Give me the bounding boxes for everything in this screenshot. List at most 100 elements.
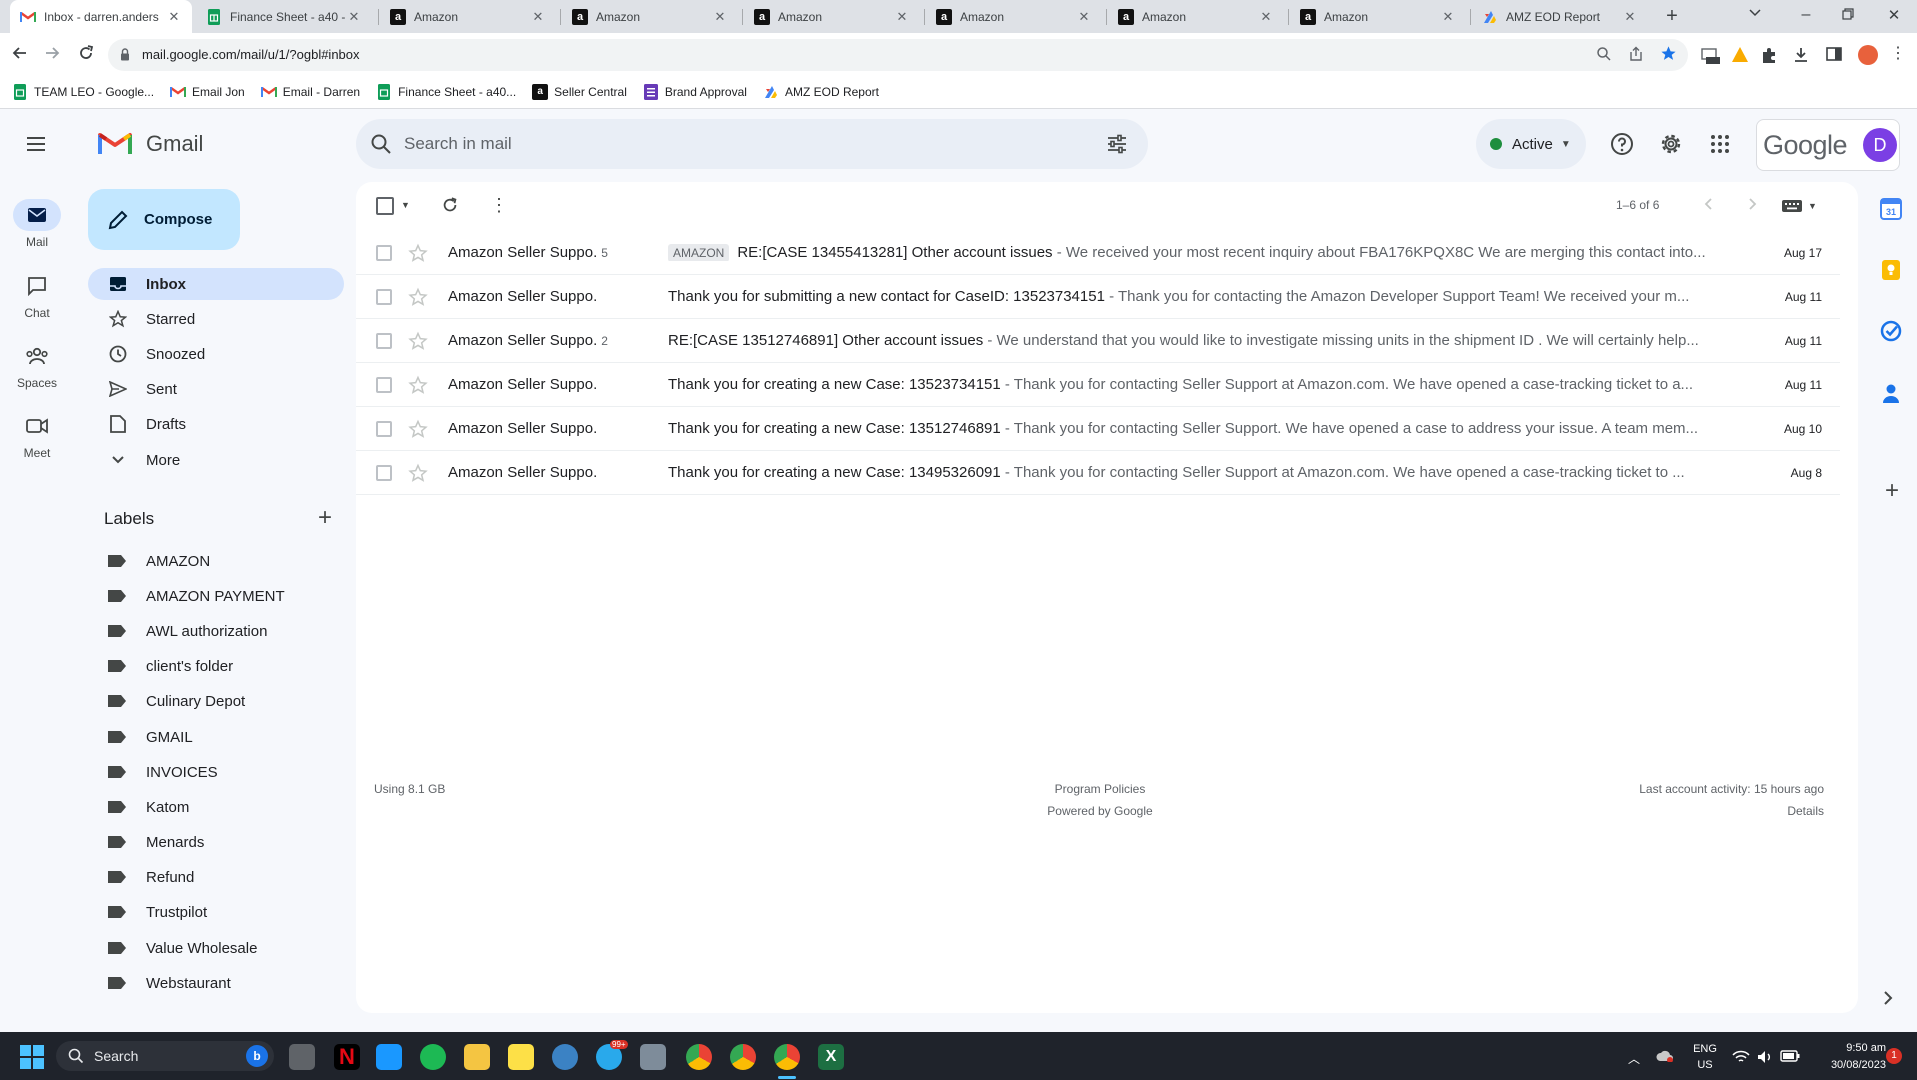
close-icon[interactable]: ✕ [166, 9, 182, 25]
address-bar[interactable]: mail.google.com/mail/u/1/?ogbl#inbox [108, 39, 1688, 71]
select-all-checkbox[interactable] [376, 197, 394, 215]
compose-button[interactable]: Compose [88, 189, 240, 250]
close-icon[interactable]: ✕ [1258, 9, 1274, 25]
email-row[interactable]: Amazon Seller Suppo. 2 RE:[CASE 135127468… [356, 319, 1840, 363]
label-item[interactable]: AWL authorization [88, 615, 344, 647]
row-checkbox[interactable] [376, 244, 392, 261]
chrome-icon[interactable] [686, 1044, 712, 1070]
bookmark-brand-approval[interactable]: Brand Approval [643, 83, 747, 100]
label-item[interactable]: Trustpilot [88, 896, 344, 928]
tab-amazon-4[interactable]: a Amazon ✕ [926, 0, 1102, 33]
bookmark-star-icon[interactable] [1660, 45, 1678, 63]
rail-chat[interactable]: Chat [0, 270, 74, 320]
nav-drafts[interactable]: Drafts [88, 408, 344, 440]
puzzle-icon[interactable] [1760, 46, 1778, 64]
account-switcher[interactable]: Google D [1756, 119, 1900, 171]
clock-time[interactable]: 9:50 am [1812, 1042, 1886, 1054]
prime-video-icon[interactable] [376, 1044, 402, 1070]
tab-amazon-1[interactable]: a Amazon ✕ [380, 0, 556, 33]
label-item[interactable]: AMAZON PAYMENT [88, 580, 344, 612]
tab-inbox[interactable]: Inbox - darren.anders ✕ [10, 0, 192, 33]
tab-amazon-3[interactable]: a Amazon ✕ [744, 0, 920, 33]
bing-icon[interactable]: b [246, 1045, 268, 1067]
file-explorer-icon[interactable] [464, 1044, 490, 1070]
new-tab-button[interactable]: + [1660, 6, 1684, 28]
close-icon[interactable]: ✕ [1622, 9, 1638, 25]
calendar-icon[interactable]: 31 [1880, 198, 1904, 222]
search-input[interactable]: Search in mail [404, 134, 512, 154]
side-panel-icon[interactable] [1826, 47, 1844, 63]
row-checkbox[interactable] [376, 376, 392, 393]
onedrive-icon[interactable] [1656, 1050, 1674, 1064]
tab-amazon-6[interactable]: a Amazon ✕ [1290, 0, 1466, 33]
windows-start-icon[interactable] [20, 1045, 44, 1069]
label-item[interactable]: client's folder [88, 650, 344, 682]
bookmark-seller-central[interactable]: a Seller Central [532, 83, 627, 100]
bookmark-amz-eod-report[interactable]: AMZ EOD Report [763, 84, 879, 100]
apps-grid-icon[interactable] [1709, 133, 1731, 155]
bookmark-email-darren[interactable]: Email - Darren [260, 84, 360, 100]
tab-amazon-2[interactable]: a Amazon ✕ [562, 0, 738, 33]
star-icon[interactable] [408, 419, 428, 439]
close-icon[interactable]: ✕ [712, 9, 728, 25]
help-icon[interactable] [1610, 132, 1634, 156]
wifi-icon[interactable] [1732, 1050, 1750, 1064]
tab-amazon-5[interactable]: a Amazon ✕ [1108, 0, 1284, 33]
next-page-icon[interactable] [1745, 197, 1761, 213]
close-icon[interactable]: ✕ [530, 9, 546, 25]
extension-off-icon[interactable] [1700, 45, 1720, 67]
label-chip[interactable]: AMAZON [668, 244, 730, 261]
star-icon[interactable] [408, 331, 428, 351]
email-row[interactable]: Amazon Seller Suppo. Thank you for submi… [356, 275, 1840, 319]
sticky-notes-icon[interactable] [508, 1044, 534, 1070]
label-item[interactable]: INVOICES [88, 756, 344, 788]
bookmark-team-leo[interactable]: TEAM LEO - Google... [12, 83, 154, 100]
close-icon[interactable]: ✕ [894, 9, 910, 25]
nav-sent[interactable]: Sent [88, 373, 344, 405]
clock-date[interactable]: 30/08/2023 [1802, 1059, 1886, 1071]
tray-chevron-icon[interactable]: ︿ [1628, 1050, 1640, 1067]
star-icon[interactable] [408, 375, 428, 395]
row-checkbox[interactable] [376, 288, 392, 305]
label-item[interactable]: Value Wholesale [88, 932, 344, 964]
netflix-icon[interactable]: N [334, 1044, 360, 1070]
status-selector[interactable]: Active ▼ [1476, 119, 1586, 169]
language-code[interactable]: ENG [1690, 1043, 1720, 1055]
task-view-icon[interactable] [289, 1044, 315, 1070]
label-item[interactable]: Culinary Depot [88, 685, 344, 717]
close-icon[interactable]: ✕ [1076, 9, 1092, 25]
chrome-icon[interactable] [730, 1044, 756, 1070]
input-tools-button[interactable]: ▼ [1782, 198, 1822, 214]
main-menu-icon[interactable] [25, 133, 49, 157]
extension-alert-icon[interactable] [1730, 45, 1750, 65]
row-checkbox[interactable] [376, 464, 392, 481]
program-policies-link[interactable]: Program Policies [1000, 782, 1200, 796]
search-options-icon[interactable] [1106, 133, 1128, 155]
chrome-icon[interactable] [774, 1044, 800, 1070]
nav-starred[interactable]: Starred [88, 303, 344, 335]
spotify-icon[interactable] [420, 1044, 446, 1070]
select-dropdown-icon[interactable]: ▼ [401, 200, 410, 210]
notification-badge[interactable]: 1 [1886, 1048, 1902, 1064]
reload-button[interactable] [76, 43, 98, 65]
more-options-icon[interactable]: ⋮ [490, 195, 508, 215]
rail-spaces[interactable]: Spaces [0, 340, 74, 390]
download-icon[interactable] [1792, 46, 1810, 64]
bookmark-email-jon[interactable]: Email Jon [170, 84, 245, 100]
contacts-icon[interactable] [1880, 382, 1904, 406]
battery-icon[interactable] [1780, 1050, 1800, 1064]
label-item[interactable]: Menards [88, 826, 344, 858]
tab-search-icon[interactable] [1748, 8, 1768, 26]
volume-icon[interactable] [1756, 1050, 1774, 1064]
region-code[interactable]: US [1690, 1059, 1720, 1071]
star-icon[interactable] [408, 287, 428, 307]
details-link[interactable]: Details [1724, 804, 1824, 818]
label-item[interactable]: Webstaurant [88, 967, 344, 999]
calculator-icon[interactable] [640, 1044, 666, 1070]
browser-menu-icon[interactable]: ⋮ [1890, 45, 1906, 65]
get-addons-button[interactable]: + [1880, 479, 1904, 504]
keep-icon[interactable] [1880, 259, 1904, 283]
label-item[interactable]: Katom [88, 791, 344, 823]
share-icon[interactable] [1628, 46, 1646, 64]
lock-icon[interactable] [120, 48, 132, 62]
